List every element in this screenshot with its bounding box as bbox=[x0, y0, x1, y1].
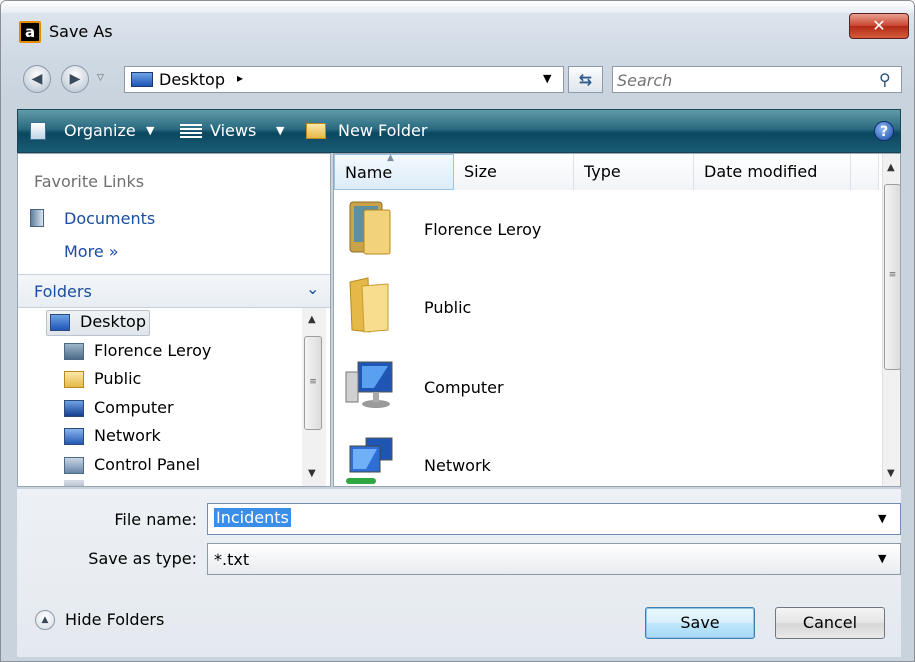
scroll-down-icon[interactable]: ▼ bbox=[887, 468, 895, 479]
network-icon bbox=[346, 437, 393, 484]
organize-icon[interactable] bbox=[30, 122, 46, 140]
column-header-name[interactable]: ▲ Name bbox=[334, 154, 454, 190]
folders-title[interactable]: Folders bbox=[34, 282, 92, 301]
file-item-label: Computer bbox=[424, 378, 504, 397]
computer-icon bbox=[64, 400, 84, 417]
scroll-thumb[interactable]: ≡ bbox=[884, 184, 900, 370]
save-button[interactable]: Save bbox=[645, 607, 755, 639]
refresh-button[interactable]: ⇆ bbox=[568, 66, 603, 93]
forward-button[interactable]: ▶ bbox=[61, 65, 89, 93]
chevron-down-icon[interactable]: ⌄ bbox=[306, 279, 319, 298]
tree-item-computer[interactable]: Computer bbox=[64, 395, 330, 423]
views-dropdown-icon[interactable]: ▼ bbox=[276, 124, 284, 137]
column-header-label: Name bbox=[345, 163, 393, 182]
scroll-up-icon[interactable]: ▲ bbox=[308, 314, 316, 325]
file-item-label: Network bbox=[424, 456, 491, 475]
close-button[interactable]: ✕ bbox=[849, 13, 909, 39]
tree-item-partial-icon bbox=[64, 480, 84, 486]
column-header-label: Size bbox=[464, 162, 497, 181]
address-bar[interactable]: Desktop ▸ ▼ bbox=[124, 66, 564, 93]
file-list: ▲ Name Size Type Date modified Florence … bbox=[333, 153, 901, 487]
new-folder-button[interactable]: New Folder bbox=[338, 121, 427, 140]
tree-item-label: Computer bbox=[94, 398, 174, 417]
tree-item-florence-leroy[interactable]: Florence Leroy bbox=[64, 338, 330, 366]
scroll-up-icon[interactable]: ▲ bbox=[887, 162, 895, 173]
search-icon[interactable]: ⚲ bbox=[879, 70, 891, 89]
app-icon: a bbox=[19, 21, 41, 43]
hide-folders-button[interactable]: Hide Folders bbox=[65, 610, 164, 629]
save-as-type-dropdown-icon[interactable]: ▼ bbox=[878, 552, 886, 565]
chevron-up-icon[interactable]: ▲ bbox=[35, 610, 55, 630]
window-title: Save As bbox=[49, 22, 113, 41]
cancel-button[interactable]: Cancel bbox=[775, 607, 885, 639]
user-folder-icon bbox=[349, 201, 391, 255]
desktop-icon bbox=[50, 314, 70, 331]
file-item-label: Public bbox=[424, 298, 472, 317]
file-item-label: Florence Leroy bbox=[424, 220, 542, 239]
help-icon[interactable]: ? bbox=[874, 121, 894, 141]
new-folder-icon[interactable] bbox=[306, 123, 326, 139]
file-name-dropdown-icon[interactable]: ▼ bbox=[878, 512, 886, 525]
breadcrumb-arrow-icon[interactable]: ▸ bbox=[237, 71, 243, 85]
save-options-panel: File name: Incidents ▼ Save as type: *.t… bbox=[17, 489, 901, 657]
tree-item-label: Control Panel bbox=[94, 455, 201, 474]
folder-icon bbox=[349, 277, 389, 333]
recent-locations-dropdown-icon[interactable]: ▽ bbox=[97, 73, 104, 83]
save-as-dialog: a Save As ✕ ◀ ▶ ▽ Desktop ▸ ▼ ⇆ ⚲ Organi… bbox=[0, 0, 915, 662]
favorite-link-documents[interactable]: Documents bbox=[64, 209, 155, 228]
desktop-icon bbox=[131, 72, 153, 87]
save-as-type-label: Save as type: bbox=[88, 549, 197, 568]
views-button[interactable]: Views bbox=[210, 121, 256, 140]
tree-item-control-panel[interactable]: Control Panel bbox=[64, 452, 330, 480]
address-dropdown-icon[interactable]: ▼ bbox=[543, 72, 551, 85]
file-item-computer[interactable]: Computer bbox=[344, 348, 844, 420]
scroll-down-icon[interactable]: ▼ bbox=[308, 468, 316, 479]
window-top-edge bbox=[1, 1, 914, 13]
file-list-scrollbar[interactable]: ▲ ≡ ▼ bbox=[882, 154, 900, 486]
file-item-public[interactable]: Public bbox=[344, 270, 844, 342]
back-button[interactable]: ◀ bbox=[23, 65, 51, 93]
tree-item-label: Florence Leroy bbox=[94, 341, 212, 360]
save-as-type-select[interactable]: *.txt ▼ bbox=[207, 543, 901, 575]
tree-item-label: Network bbox=[94, 426, 161, 445]
favorite-links-title: Favorite Links bbox=[34, 172, 145, 191]
documents-icon[interactable] bbox=[30, 209, 44, 227]
organize-dropdown-icon[interactable]: ▼ bbox=[146, 124, 154, 137]
address-location[interactable]: Desktop bbox=[159, 70, 225, 89]
folder-icon bbox=[64, 371, 84, 388]
command-toolbar: Organize ▼ Views ▼ New Folder ? bbox=[17, 109, 901, 153]
sort-ascending-icon: ▲ bbox=[387, 153, 394, 163]
navigation-pane: Favorite Links Documents More » Folders … bbox=[17, 153, 331, 487]
computer-icon bbox=[345, 361, 393, 408]
tree-item-network[interactable]: Network bbox=[64, 423, 330, 451]
user-folder-icon bbox=[64, 343, 84, 360]
column-header-label: Type bbox=[584, 162, 621, 181]
file-item-florence-leroy[interactable]: Florence Leroy bbox=[344, 192, 844, 264]
folders-scrollbar[interactable]: ▲ ≡ ▼ bbox=[302, 308, 326, 486]
search-box[interactable]: ⚲ bbox=[612, 66, 902, 93]
column-header-date-modified[interactable]: Date modified bbox=[694, 154, 851, 190]
scroll-thumb[interactable]: ≡ bbox=[304, 336, 322, 430]
folders-header[interactable]: Folders ⌄ bbox=[18, 274, 330, 308]
tree-item-desktop[interactable]: Desktop bbox=[50, 309, 330, 337]
save-as-type-value[interactable]: *.txt bbox=[214, 550, 249, 569]
organize-button[interactable]: Organize bbox=[64, 121, 136, 140]
file-name-field[interactable]: Incidents ▼ bbox=[207, 503, 901, 535]
views-icon[interactable] bbox=[180, 124, 202, 138]
control-panel-icon bbox=[64, 457, 84, 474]
column-header-label: Date modified bbox=[704, 162, 818, 181]
column-header-type[interactable]: Type bbox=[574, 154, 694, 190]
file-name-label: File name: bbox=[114, 510, 197, 529]
column-header-filler bbox=[851, 154, 879, 190]
tree-item-label: Desktop bbox=[80, 312, 146, 331]
favorite-links-more[interactable]: More » bbox=[64, 242, 119, 261]
network-icon bbox=[64, 428, 84, 445]
file-name-value[interactable]: Incidents bbox=[214, 508, 291, 527]
file-item-network[interactable]: Network bbox=[344, 426, 844, 486]
column-header-size[interactable]: Size bbox=[454, 154, 574, 190]
search-input[interactable] bbox=[617, 69, 867, 91]
tree-item-public[interactable]: Public bbox=[64, 366, 330, 394]
tree-item-label: Public bbox=[94, 369, 142, 388]
